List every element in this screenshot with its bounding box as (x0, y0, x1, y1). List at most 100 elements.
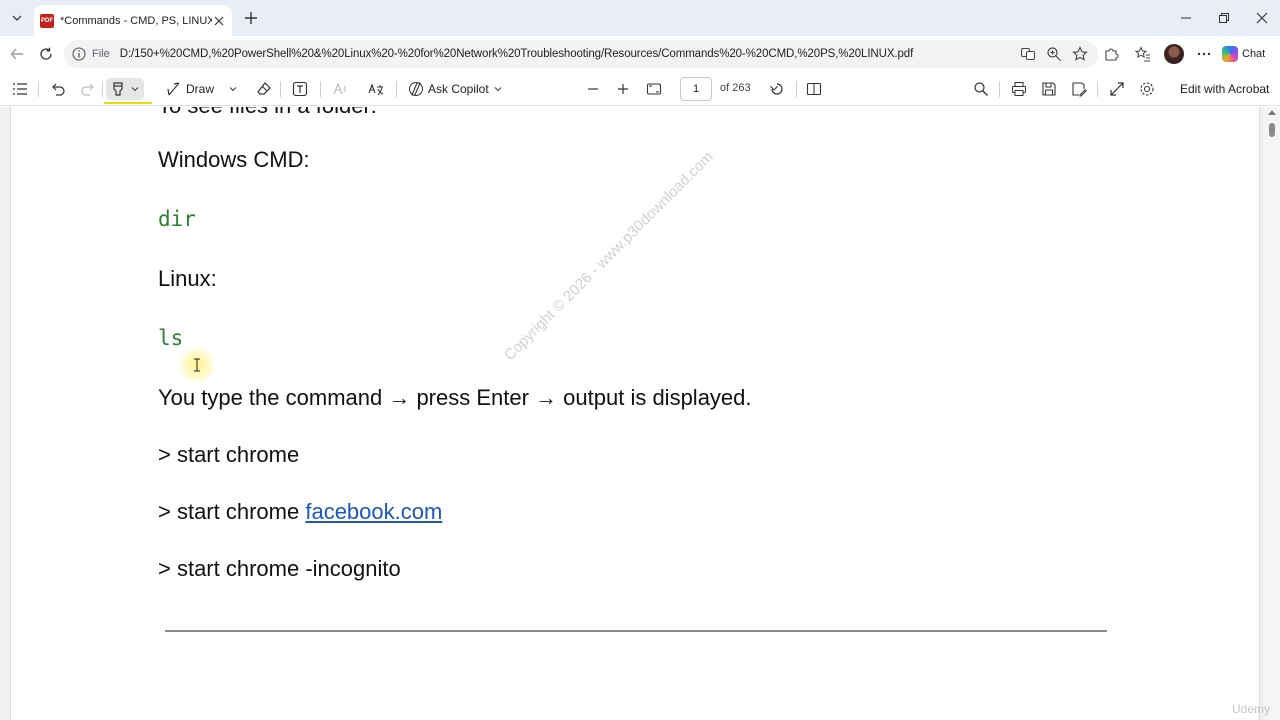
info-icon[interactable] (72, 47, 86, 61)
draw-button[interactable]: Draw (166, 78, 238, 100)
close-icon (1256, 12, 1268, 24)
rotate-button[interactable] (769, 78, 785, 100)
document-line-partial: To see files in a folder: (158, 107, 377, 119)
back-button[interactable] (6, 43, 28, 65)
contents-list-icon (13, 83, 27, 95)
gear-icon (1140, 82, 1154, 96)
scroll-up-arrow-icon[interactable] (1268, 110, 1276, 115)
zoom-in-button[interactable] (616, 78, 630, 100)
erase-button[interactable] (256, 78, 272, 100)
new-tab-button[interactable] (242, 9, 260, 27)
page-total: of 263 (720, 82, 751, 94)
minimize-button[interactable] (1176, 8, 1196, 28)
refresh-icon (40, 47, 52, 60)
print-button[interactable] (1011, 78, 1027, 100)
draw-pen-icon (167, 82, 180, 96)
find-button[interactable] (973, 78, 989, 100)
profile-avatar[interactable] (1164, 44, 1184, 64)
zoom-icon[interactable] (1044, 44, 1064, 64)
active-tab[interactable]: PDF *Commands - CMD, PS, LINUX.pdf (34, 5, 232, 36)
rotate-icon (770, 83, 783, 95)
copilot-outline-icon (409, 82, 423, 96)
copilot-icon (1222, 46, 1238, 62)
add-text-button[interactable] (292, 78, 308, 100)
ask-copilot-button[interactable]: Ask Copilot (408, 78, 503, 100)
translate-icon[interactable] (1018, 44, 1038, 64)
undo-button[interactable] (50, 78, 66, 100)
document-line: Linux: (158, 266, 217, 291)
corner-watermark: Udemy (1231, 702, 1270, 716)
page-view-button[interactable] (806, 78, 822, 100)
zoom-out-button[interactable] (586, 78, 600, 100)
text-box-icon (292, 81, 308, 97)
document-line: Windows CMD: (158, 147, 310, 172)
save-as-button[interactable] (1071, 78, 1087, 100)
pdf-settings-button[interactable] (1139, 78, 1155, 100)
restore-icon (1219, 13, 1229, 23)
expand-icon (1110, 82, 1124, 96)
page-number-input[interactable]: 1 (680, 77, 712, 101)
redo-button[interactable] (80, 78, 96, 100)
link-prefix: > start chrome (158, 499, 306, 524)
pdf-page: To see files in a folder: Windows CMD: d… (10, 107, 1260, 720)
fit-page-button[interactable] (646, 78, 662, 100)
two-page-view-icon (806, 82, 822, 96)
document-line: You type the command → press Enter → out… (158, 385, 752, 410)
favorite-star-icon[interactable] (1070, 44, 1090, 64)
contents-button[interactable] (12, 78, 28, 100)
refresh-button[interactable] (35, 43, 57, 65)
fullscreen-button[interactable] (1109, 78, 1125, 100)
code-snippet: dir (158, 207, 196, 231)
restore-button[interactable] (1214, 8, 1234, 28)
url-text[interactable]: D:/150+%20CMD,%20PowerShell%20&%20Linux%… (120, 48, 1018, 60)
highlight-button[interactable] (106, 78, 144, 100)
minimize-icon (1181, 17, 1191, 19)
favorites-list-icon (1135, 46, 1150, 62)
read-aloud-button[interactable] (332, 78, 348, 100)
chat-label: Chat (1242, 48, 1266, 60)
pdf-file-icon: PDF (40, 13, 54, 28)
tab-close-icon[interactable] (212, 14, 226, 28)
undo-icon (52, 83, 65, 96)
copilot-chat-button[interactable]: Chat (1222, 44, 1265, 64)
search-icon (974, 82, 988, 96)
close-window-button[interactable] (1252, 8, 1272, 28)
tab-list-button[interactable] (6, 7, 28, 29)
document-line: > start chrome (158, 442, 300, 467)
chevron-down-icon (131, 87, 139, 92)
pdf-toolbar: Draw Ask Copilot 1 of 263 Edit with Acro… (0, 72, 1280, 106)
code-snippet: ls (158, 326, 184, 350)
translate-button[interactable] (368, 78, 384, 100)
extensions-button[interactable] (1100, 43, 1122, 65)
highlight-color-indicator (104, 102, 152, 104)
save-button[interactable] (1041, 78, 1057, 100)
draw-label: Draw (186, 82, 215, 96)
favorites-button[interactable] (1132, 43, 1154, 65)
document-line-with-link: > start chrome facebook.com (158, 499, 442, 525)
printer-icon (1012, 82, 1026, 96)
chevron-down-icon (12, 15, 22, 21)
chevron-down-icon (494, 87, 502, 92)
read-aloud-icon (333, 82, 346, 95)
plus-icon (618, 84, 628, 94)
pdf-viewport[interactable]: To see files in a folder: Windows CMD: d… (0, 107, 1280, 720)
fit-page-icon (646, 83, 662, 95)
navigation-bar: File D:/150+%20CMD,%20PowerShell%20&%20L… (0, 36, 1280, 72)
tab-strip: PDF *Commands - CMD, PS, LINUX.pdf (0, 0, 1280, 36)
edit-with-acrobat-button[interactable]: Edit with Acrobat (1180, 82, 1269, 96)
translate-text-icon (368, 83, 384, 96)
scroll-thumb[interactable] (1269, 123, 1275, 137)
save-disk-icon (1042, 82, 1056, 96)
more-menu-button[interactable] (1193, 43, 1215, 65)
address-bar[interactable]: File D:/150+%20CMD,%20PowerShell%20&%20L… (64, 40, 1098, 68)
chevron-down-icon (229, 87, 237, 92)
highlighter-icon (113, 82, 123, 96)
redo-icon (81, 83, 94, 96)
arrow-left-icon (10, 48, 23, 60)
vertical-scrollbar[interactable] (1264, 107, 1280, 720)
horizontal-rule (165, 630, 1107, 632)
address-scheme-label: File (92, 48, 110, 60)
facebook-link[interactable]: facebook.com (305, 499, 442, 524)
text-cursor-icon (194, 358, 200, 372)
minus-icon (588, 88, 598, 90)
